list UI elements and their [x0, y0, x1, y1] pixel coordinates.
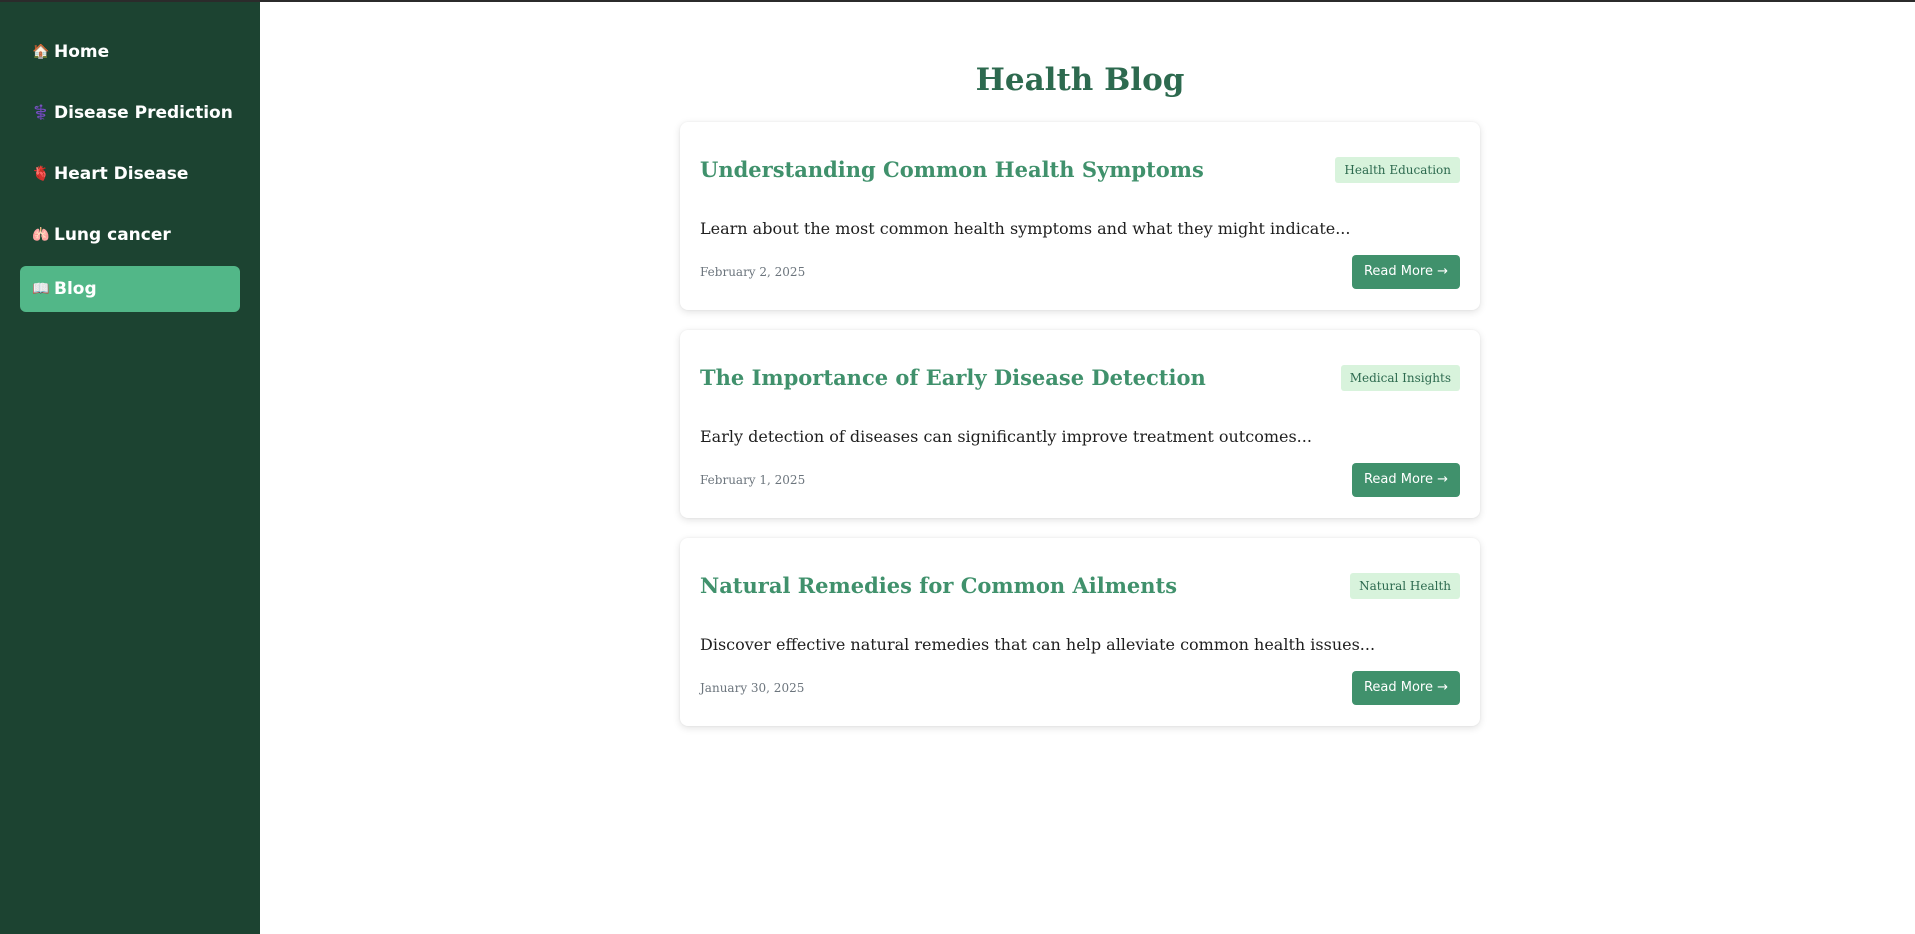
medical-symbol-icon: ⚕️: [32, 105, 50, 121]
read-more-button[interactable]: Read More →: [1351, 255, 1460, 289]
lungs-icon: 🫁: [32, 227, 50, 243]
post-title[interactable]: Understanding Common Health Symptoms: [700, 157, 1204, 182]
post-excerpt: Learn about the most common health sympt…: [700, 219, 1351, 238]
category-tag: Natural Health: [1350, 573, 1460, 599]
sidebar-item-label: Home: [54, 42, 110, 62]
sidebar-item-label: Disease Prediction: [54, 103, 233, 123]
post-excerpt: Early detection of diseases can signific…: [700, 427, 1312, 446]
home-icon: 🏠: [32, 44, 50, 60]
blog-post-card: Understanding Common Health Symptoms Hea…: [680, 122, 1480, 310]
blog-post-card: The Importance of Early Disease Detectio…: [680, 330, 1480, 518]
post-title[interactable]: The Importance of Early Disease Detectio…: [700, 365, 1206, 390]
category-tag: Health Education: [1335, 157, 1460, 183]
sidebar-item-disease-prediction[interactable]: ⚕️ Disease Prediction: [20, 90, 240, 136]
sidebar-item-label: Heart Disease: [54, 164, 189, 184]
post-date: February 1, 2025: [700, 473, 806, 487]
post-excerpt: Discover effective natural remedies that…: [700, 635, 1376, 654]
read-more-button[interactable]: Read More →: [1351, 671, 1460, 705]
heart-organ-icon: 🫀: [32, 166, 50, 182]
sidebar-item-lung-cancer[interactable]: 🫁 Lung cancer: [20, 212, 240, 258]
book-icon: 📖: [32, 281, 50, 297]
sidebar-item-heart-disease[interactable]: 🫀 Heart Disease: [20, 151, 240, 197]
sidebar: 🏠 Home ⚕️ Disease Prediction 🫀 Heart Dis…: [0, 2, 260, 934]
read-more-button[interactable]: Read More →: [1351, 463, 1460, 497]
sidebar-item-blog[interactable]: 📖 Blog: [20, 266, 240, 312]
main-content: Health Blog Understanding Common Health …: [260, 2, 1915, 934]
sidebar-item-label: Blog: [54, 279, 97, 299]
sidebar-item-home[interactable]: 🏠 Home: [20, 29, 240, 75]
page-title: Health Blog: [975, 62, 1185, 98]
post-title[interactable]: Natural Remedies for Common Ailments: [700, 573, 1177, 598]
blog-post-card: Natural Remedies for Common Ailments Nat…: [680, 538, 1480, 726]
post-date: January 30, 2025: [700, 681, 805, 695]
post-date: February 2, 2025: [700, 265, 806, 279]
category-tag: Medical Insights: [1340, 365, 1460, 391]
sidebar-item-label: Lung cancer: [54, 225, 171, 245]
